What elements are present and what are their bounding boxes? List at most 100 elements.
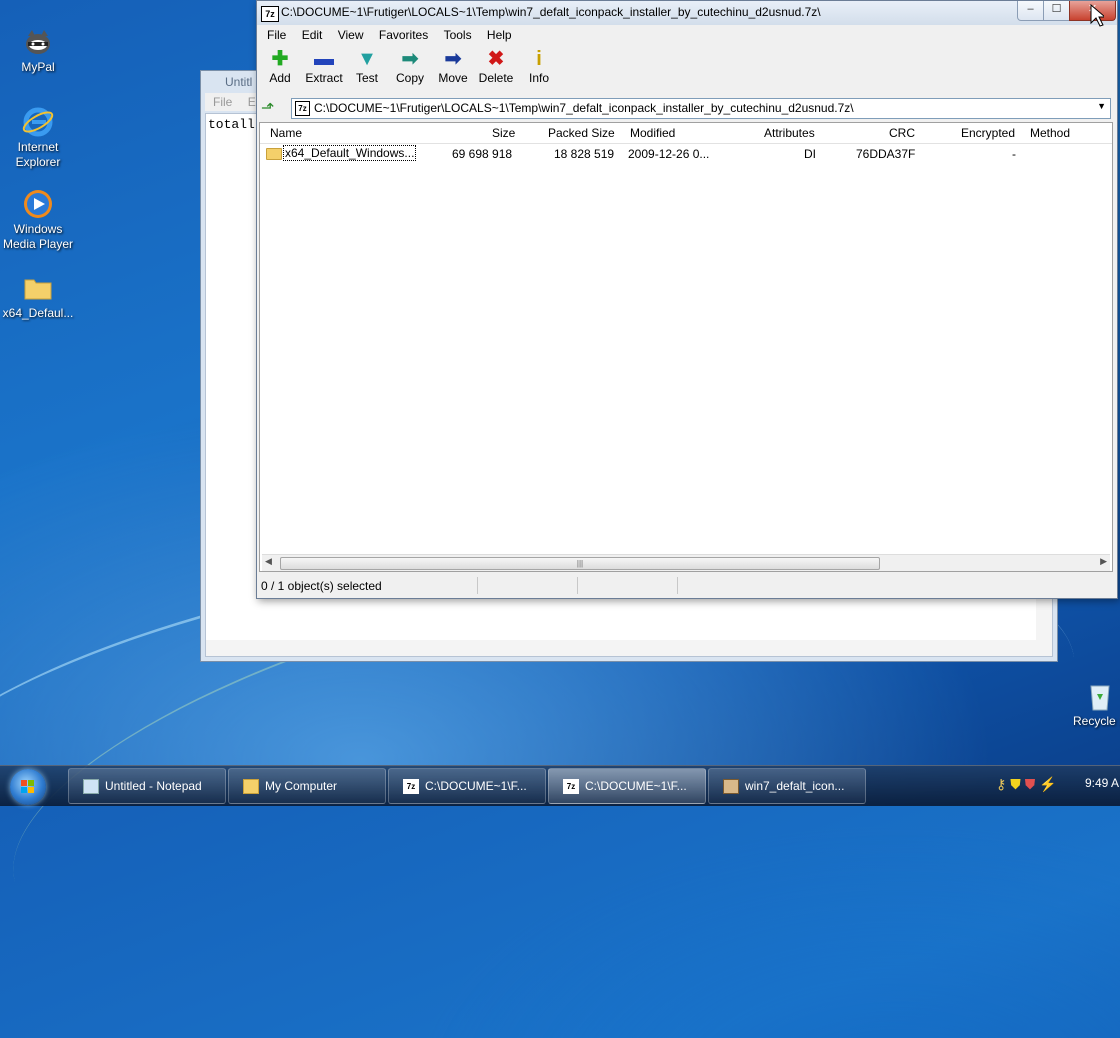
- taskbar-7zip-2-label: C:\DOCUME~1\F...: [585, 779, 687, 793]
- 7zip-window[interactable]: 7z C:\DOCUME~1\Frutiger\LOCALS~1\Temp\wi…: [256, 0, 1118, 599]
- start-button[interactable]: [10, 769, 46, 805]
- row-crc: 76DDA37F: [856, 147, 916, 161]
- plus-icon: ✚: [271, 48, 289, 70]
- notepad-menu-edit[interactable]: E: [248, 95, 256, 109]
- status-divider: [677, 577, 678, 594]
- media-player-icon: [22, 188, 54, 220]
- recycle-bin-icon: [1084, 680, 1116, 712]
- taskbar-notepad[interactable]: Untitled - Notepad: [68, 768, 226, 804]
- clock[interactable]: 9:49 A: [1085, 776, 1119, 790]
- file-list-header: Name Size Packed Size Modified Attribute…: [260, 123, 1112, 144]
- file-list[interactable]: Name Size Packed Size Modified Attribute…: [259, 122, 1113, 572]
- row-encrypted: -: [1012, 147, 1016, 161]
- info-button[interactable]: i Info: [517, 47, 561, 85]
- copy-label: Copy: [395, 71, 424, 85]
- tray-security-icon[interactable]: ⛊: [1025, 776, 1036, 792]
- scroll-right-arrow-icon[interactable]: ▶: [1100, 556, 1107, 567]
- windows-logo-icon: [21, 780, 35, 794]
- move-label: Move: [438, 71, 468, 85]
- mypal-raccoon-icon: [22, 26, 54, 58]
- column-modified[interactable]: Modified: [630, 126, 675, 140]
- desktop-icon-internet-explorer[interactable]: Internet Explorer: [0, 106, 76, 170]
- scrollbar-thumb[interactable]: |||: [280, 557, 880, 570]
- 7zip-menubar: File Edit View Favorites Tools Help: [257, 25, 1117, 45]
- chevron-down-icon[interactable]: ▼: [1097, 101, 1106, 111]
- internet-explorer-icon: [22, 106, 54, 138]
- desktop-icon-folder[interactable]: x64_Defaul...: [0, 272, 76, 321]
- desktop-icon-recycle-bin[interactable]: Recycle B: [1062, 680, 1120, 729]
- info-icon: i: [536, 48, 542, 70]
- status-divider: [477, 577, 478, 594]
- check-icon: ▼: [357, 48, 377, 70]
- taskbar-my-computer[interactable]: My Computer: [228, 768, 386, 804]
- archive-icon: 7z: [295, 101, 310, 116]
- delete-x-icon: ✖: [487, 48, 505, 70]
- desktop-icon-label: x64_Defaul...: [2, 306, 74, 320]
- desktop-icon-label: Internet Explorer: [15, 140, 61, 169]
- info-label: Info: [528, 71, 549, 85]
- status-bar: 0 / 1 object(s) selected: [257, 575, 1117, 597]
- column-name[interactable]: Name: [270, 126, 302, 140]
- tray-network-icon[interactable]: ⚡: [1039, 776, 1056, 792]
- notepad-icon: [83, 779, 99, 795]
- folder-icon: [266, 147, 282, 160]
- folder-icon: [243, 779, 259, 795]
- column-packed-size[interactable]: Packed Size: [548, 126, 615, 140]
- horizontal-scrollbar[interactable]: ◀ ||| ▶: [262, 554, 1110, 571]
- tray-key-icon[interactable]: ⚷: [996, 776, 1006, 792]
- menu-file[interactable]: File: [267, 28, 286, 42]
- menu-view[interactable]: View: [338, 28, 364, 42]
- desktop-icon-mypal[interactable]: MyPal: [0, 26, 76, 75]
- column-size[interactable]: Size: [492, 126, 515, 140]
- row-size: 69 698 918: [452, 147, 513, 161]
- menu-help[interactable]: Help: [487, 28, 512, 42]
- row-packed: 18 828 519: [554, 147, 615, 161]
- taskbar-my-computer-label: My Computer: [265, 779, 338, 793]
- taskbar-installer[interactable]: win7_defalt_icon...: [708, 768, 866, 804]
- add-button[interactable]: ✚ Add: [258, 47, 302, 85]
- delete-label: Delete: [478, 71, 514, 85]
- test-label: Test: [355, 71, 378, 85]
- taskbar-notepad-label: Untitled - Notepad: [105, 779, 202, 793]
- window-title: C:\DOCUME~1\Frutiger\LOCALS~1\Temp\win7_…: [281, 5, 821, 19]
- taskbar-7zip-1-label: C:\DOCUME~1\F...: [425, 779, 527, 793]
- notepad-menu-file[interactable]: File: [213, 95, 232, 109]
- column-crc[interactable]: CRC: [889, 126, 915, 140]
- desktop-icon-media-player[interactable]: Windows Media Player: [0, 188, 76, 252]
- 7zip-titlebar[interactable]: 7z C:\DOCUME~1\Frutiger\LOCALS~1\Temp\wi…: [257, 1, 1117, 25]
- row-name-cell: x64_Default_Windows...: [266, 145, 417, 161]
- tray-shield-icon[interactable]: ⛊: [1010, 776, 1021, 792]
- mouse-cursor-icon: [1090, 3, 1107, 31]
- column-attributes[interactable]: Attributes: [764, 126, 815, 140]
- desktop-icon-label: MyPal: [21, 60, 55, 74]
- table-row[interactable]: x64_Default_Windows... 69 698 918 18 828…: [260, 144, 1112, 162]
- menu-favorites[interactable]: Favorites: [379, 28, 428, 42]
- address-text: C:\DOCUME~1\Frutiger\LOCALS~1\Temp\win7_…: [314, 101, 854, 115]
- copy-button[interactable]: ➡ Copy: [388, 47, 432, 85]
- test-button[interactable]: ▼ Test: [345, 47, 389, 85]
- delete-button[interactable]: ✖ Delete: [474, 47, 518, 85]
- up-folder-icon[interactable]: ⬏: [261, 100, 281, 118]
- row-modified: 2009-12-26 0...: [628, 147, 710, 161]
- minimize-button[interactable]: ‒: [1017, 1, 1044, 21]
- status-text: 0 / 1 object(s) selected: [261, 579, 382, 593]
- column-method[interactable]: Method: [1030, 126, 1070, 140]
- minus-icon: ▬: [314, 48, 334, 70]
- installer-icon: [723, 779, 739, 795]
- taskbar-7zip-1[interactable]: 7z C:\DOCUME~1\F...: [388, 768, 546, 804]
- scroll-left-arrow-icon[interactable]: ◀: [265, 556, 272, 567]
- move-button[interactable]: ➡ Move: [431, 47, 475, 85]
- taskbar-7zip-2[interactable]: 7z C:\DOCUME~1\F...: [548, 768, 706, 804]
- extract-button[interactable]: ▬ Extract: [302, 47, 346, 85]
- menu-tools[interactable]: Tools: [444, 28, 472, 42]
- notepad-text: totall: [208, 117, 255, 132]
- maximize-button[interactable]: ☐: [1043, 1, 1070, 21]
- address-input[interactable]: 7z C:\DOCUME~1\Frutiger\LOCALS~1\Temp\wi…: [291, 98, 1111, 119]
- taskbar: Untitled - Notepad My Computer 7z C:\DOCU…: [0, 765, 1120, 806]
- notepad-horizontal-scrollbar[interactable]: [206, 640, 1052, 656]
- column-encrypted[interactable]: Encrypted: [961, 126, 1015, 140]
- system-tray: ⚷ ⛊ ⛊ ⚡: [996, 776, 1061, 793]
- folder-icon: [22, 272, 54, 304]
- add-label: Add: [269, 71, 291, 85]
- menu-edit[interactable]: Edit: [302, 28, 323, 42]
